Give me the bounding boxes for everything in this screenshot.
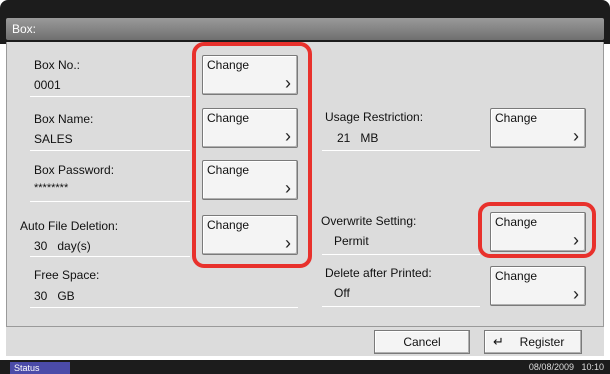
chevron-right-icon: ›	[573, 230, 579, 250]
box-no-change-button[interactable]: Change ›	[202, 55, 298, 95]
divider	[30, 307, 298, 308]
free-space-value: 30 GB	[34, 289, 75, 303]
button-label: Change	[207, 58, 250, 72]
cancel-button[interactable]: Cancel	[374, 330, 470, 354]
box-password-label: Box Password:	[34, 163, 115, 177]
box-password-value: ********	[34, 182, 69, 194]
return-arrow-icon: ↵	[493, 334, 504, 349]
free-space-label: Free Space:	[34, 268, 100, 282]
status-button[interactable]: Status	[10, 362, 70, 374]
box-name-value: SALES	[34, 132, 73, 146]
divider	[30, 201, 190, 202]
button-label: Change	[495, 269, 538, 283]
date-time: 08/08/2009 10:10	[528, 362, 604, 372]
auto-file-deletion-value: 30 day(s)	[34, 239, 91, 253]
delete-after-printed-label: Delete after Printed:	[325, 266, 432, 280]
usage-restriction-change-button[interactable]: Change ›	[490, 108, 586, 148]
divider	[322, 150, 480, 151]
status-bar: Status 08/08/2009 10:10	[0, 360, 610, 374]
auto-file-deletion-label: Auto File Deletion:	[20, 219, 119, 233]
box-name-label: Box Name:	[34, 112, 94, 126]
overwrite-setting-label: Overwrite Setting:	[321, 214, 417, 228]
register-button[interactable]: ↵ Register	[484, 330, 582, 354]
overwrite-setting-change-button[interactable]: Change ›	[490, 212, 586, 252]
button-label: Change	[495, 215, 538, 229]
delete-after-printed-value: Off	[334, 286, 350, 300]
chevron-right-icon: ›	[285, 233, 291, 253]
chevron-right-icon: ›	[285, 126, 291, 146]
button-label: Change	[495, 111, 538, 125]
overwrite-setting-value: Permit	[334, 234, 369, 248]
usage-restriction-label: Usage Restriction:	[325, 110, 424, 124]
divider	[322, 306, 480, 307]
register-button-label: Register	[519, 335, 565, 349]
box-no-value: 0001	[34, 78, 61, 92]
box-password-change-button[interactable]: Change ›	[202, 160, 298, 200]
divider	[30, 96, 190, 97]
divider	[30, 150, 190, 151]
chevron-right-icon: ›	[285, 73, 291, 93]
divider	[322, 254, 480, 255]
divider	[30, 256, 190, 257]
chevron-right-icon: ›	[285, 178, 291, 198]
box-name-change-button[interactable]: Change ›	[202, 108, 298, 148]
auto-file-deletion-change-button[interactable]: Change ›	[202, 215, 298, 255]
button-label: Change	[207, 163, 250, 177]
usage-restriction-value: 21 MB	[337, 131, 379, 145]
window-title: Box:	[6, 18, 604, 40]
button-label: Change	[207, 218, 250, 232]
chevron-right-icon: ›	[573, 284, 579, 304]
chevron-right-icon: ›	[573, 126, 579, 146]
delete-after-printed-change-button[interactable]: Change ›	[490, 266, 586, 306]
button-label: Change	[207, 111, 250, 125]
title-bar: Box:	[0, 0, 610, 44]
box-no-label: Box No.:	[34, 58, 81, 72]
